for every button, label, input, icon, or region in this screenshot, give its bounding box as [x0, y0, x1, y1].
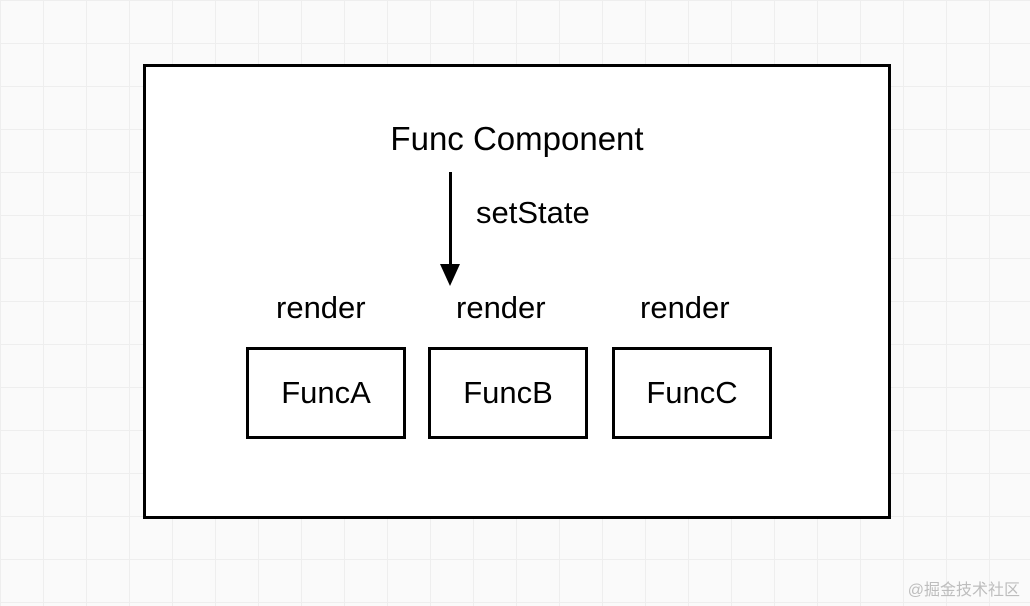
render-label-b: render	[456, 290, 546, 326]
child-box-a-label: FuncA	[281, 375, 371, 411]
child-box-a: FuncA	[246, 347, 406, 439]
child-box-c-label: FuncC	[646, 375, 737, 411]
diagram-container: Func Component setState render render re…	[143, 64, 891, 519]
child-box-c: FuncC	[612, 347, 772, 439]
watermark: @掘金技术社区	[908, 576, 1020, 600]
child-box-b: FuncB	[428, 347, 588, 439]
render-label-a: render	[276, 290, 366, 326]
render-label-c: render	[640, 290, 730, 326]
diagram-title: Func Component	[390, 120, 643, 158]
action-label: setState	[476, 195, 590, 231]
child-box-b-label: FuncB	[463, 375, 553, 411]
